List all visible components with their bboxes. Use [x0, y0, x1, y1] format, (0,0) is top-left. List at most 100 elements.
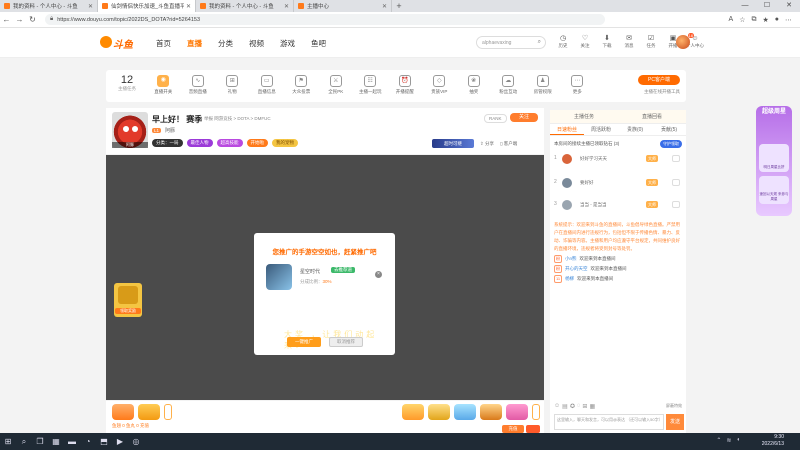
back-icon[interactable]: ← — [0, 15, 13, 24]
store-icon[interactable]: ⬒ — [96, 433, 112, 450]
anchor-level[interactable]: 12 主播任务 — [112, 74, 142, 92]
follow-button[interactable]: 关注 — [510, 113, 538, 122]
nav-video[interactable]: 视频 — [249, 38, 264, 49]
cancel-button[interactable]: 取消推荐 — [329, 337, 363, 347]
nav-category[interactable]: 分类 — [218, 38, 233, 49]
share-button[interactable]: ⇪ 分享 — [480, 141, 494, 147]
nav-home[interactable]: 首页 — [156, 38, 171, 49]
maximize-icon[interactable]: ☐ — [756, 0, 778, 12]
room-tag[interactable]: 开始啦 — [246, 139, 268, 147]
list-item[interactable]: 2 要好好 大师 — [550, 176, 686, 190]
func-item[interactable]: ☁ 粉丝互动 — [491, 75, 526, 95]
browser-tab-active[interactable]: 仙剑情侣快乐加速_斗鱼直播平台 ✕ — [98, 0, 196, 12]
app-icon[interactable]: ◎ — [128, 433, 144, 450]
fan-card-icon[interactable]: ▤ — [562, 403, 568, 410]
chat-user[interactable]: 开心的天空 — [565, 265, 588, 273]
promo-card[interactable]: 速回以天规 来参与周星 — [759, 176, 789, 204]
func-item[interactable]: ∿ 音频直播 — [181, 75, 216, 95]
close-tab-icon[interactable]: ✕ — [284, 3, 289, 10]
menu-dots-icon[interactable]: ⋯ — [785, 16, 792, 24]
client-button[interactable]: ▯ 客户端 — [500, 141, 517, 147]
task-view-icon[interactable]: ❐ — [32, 433, 48, 450]
func-item[interactable]: ⊞ 礼物 — [215, 75, 250, 95]
list-item[interactable]: 1 好好学习天天 大师 — [550, 152, 686, 166]
chevron-up-icon[interactable]: ⌃ — [716, 437, 721, 444]
pk-banner[interactable]: 超时可继 — [432, 139, 474, 148]
func-item[interactable]: ◇ 贵族VIP — [422, 75, 457, 95]
chat-user[interactable]: 小n熊 — [565, 255, 577, 263]
download-button[interactable]: ⬇ 下载 — [598, 34, 616, 49]
search-icon[interactable]: ⌕ — [538, 39, 541, 46]
avatar[interactable]: 18 — [676, 33, 694, 49]
func-item[interactable]: ⋯ 更多 — [560, 75, 595, 95]
nav-game[interactable]: 游戏 — [280, 38, 295, 49]
gift-item-icon[interactable] — [402, 404, 424, 420]
edge-browser-icon[interactable]: ◔ — [80, 433, 96, 450]
tab-rank[interactable]: 贵族(0) — [618, 124, 652, 135]
profile-icon[interactable]: ● — [775, 16, 779, 24]
func-item[interactable]: ▭ 直播信息 — [250, 75, 285, 95]
nav-yuba[interactable]: 鱼吧 — [311, 38, 326, 49]
follow-button[interactable]: ♡ 关注 — [576, 34, 594, 49]
task-button[interactable]: ☑ 任务 — [642, 34, 660, 49]
wifi-icon[interactable]: ≋ — [726, 437, 731, 444]
host-avatar[interactable]: 阿豚 — [112, 112, 148, 148]
room-tag[interactable]: 分类：一局 — [152, 139, 183, 147]
func-item[interactable]: ⏰ 开播提醒 — [388, 75, 423, 95]
func-item[interactable]: ❀ 抽奖 — [457, 75, 492, 95]
search-input[interactable]: alphaevaxing ⌕ — [476, 36, 546, 49]
func-item[interactable]: ⚑ 大众投票 — [284, 75, 319, 95]
new-tab-icon[interactable]: + — [392, 0, 406, 12]
host-name[interactable]: 阿豚 — [165, 127, 175, 134]
gift-item-icon[interactable] — [454, 404, 476, 420]
chat-input[interactable]: 这里输入，聊天和发言，可以用@表达 （还可以输入50字） — [554, 414, 664, 430]
room-tag[interactable]: 我的宠物 — [272, 139, 298, 147]
tab-rank[interactable]: 周活跃粉 — [584, 124, 618, 135]
func-item[interactable]: ☷ 主播一起玩 — [353, 75, 388, 95]
gift-item-icon[interactable] — [480, 404, 502, 420]
favorites-bar-icon[interactable]: ★ — [762, 16, 768, 24]
chat-list[interactable]: 系统提示：欢迎来到斗鱼的直播间，斗鱼倡导绿色直播。严禁用户在直播间内进行违规行为… — [550, 218, 686, 408]
reload-icon[interactable]: ↻ — [26, 15, 39, 24]
func-item[interactable]: ♟ 房管权限 — [526, 75, 561, 95]
start-icon[interactable]: ⊞ — [0, 433, 16, 450]
tab-replay[interactable]: 直播回看 — [642, 113, 662, 120]
browser-tab[interactable]: 我的资料 - 个人中心 - 斗鱼 ✕ — [196, 0, 294, 12]
gift-expand-icon[interactable] — [164, 404, 172, 420]
nav-live[interactable]: 直播 — [187, 38, 202, 49]
bubble-icon[interactable]: ◌ — [577, 403, 581, 409]
promote-button[interactable]: 一键推广 — [287, 337, 321, 347]
search-icon[interactable]: ⌕ — [16, 433, 32, 450]
history-button[interactable]: ◷ 历史 — [554, 34, 572, 49]
tab-anchor-task[interactable]: 主播任务 — [574, 113, 594, 120]
func-item[interactable]: ◉ 直播开关 — [146, 75, 181, 95]
message-button[interactable]: ✉ 消息 — [620, 34, 638, 49]
close-tab-icon[interactable]: ✕ — [382, 3, 387, 10]
close-tab-icon[interactable]: ✕ — [186, 3, 191, 10]
browser-tab[interactable]: 我的资料 - 个人中心 - 斗鱼 ✕ — [0, 0, 98, 12]
gift-expand-icon[interactable] — [532, 404, 540, 420]
favorite-star-icon[interactable]: ☆ — [739, 16, 745, 24]
promo-card[interactable]: 明日周星比拼 — [759, 144, 789, 172]
pc-client-button[interactable]: PC客户端 — [638, 75, 680, 85]
douyu-logo[interactable]: 斗鱼 — [100, 34, 140, 51]
medal-icon[interactable]: ✪ — [570, 403, 575, 410]
room-meta[interactable]: 举报 网游竞技 > DOTA > DMFUC — [204, 116, 271, 122]
gift-item-icon[interactable] — [138, 404, 160, 420]
list-item[interactable]: 3 当当 - 是当当 大师 — [550, 198, 686, 212]
chat-user[interactable]: 杨柳 — [565, 275, 574, 283]
gift-item-icon[interactable] — [506, 404, 528, 420]
treasure-chest[interactable]: 领取奖励 — [114, 283, 142, 317]
media-icon[interactable]: ▶ — [112, 433, 128, 450]
gift-more-icon[interactable] — [526, 425, 540, 433]
minimize-icon[interactable]: — — [734, 0, 756, 12]
func-item[interactable]: ⚔ 全民PK — [319, 75, 354, 95]
image-icon[interactable]: ▦ — [589, 403, 595, 410]
volume-icon[interactable]: ◖ — [736, 437, 740, 444]
room-tag[interactable]: 超高技能 — [216, 139, 243, 147]
taskbar-clock[interactable]: 9:30 2022/6/13 — [762, 434, 784, 448]
gift-item-icon[interactable] — [428, 404, 450, 420]
send-button[interactable]: 发送 — [666, 414, 684, 430]
rank-button[interactable]: RANK — [484, 114, 507, 123]
pc-client-link[interactable]: 主播在线开播工具 — [644, 89, 680, 95]
